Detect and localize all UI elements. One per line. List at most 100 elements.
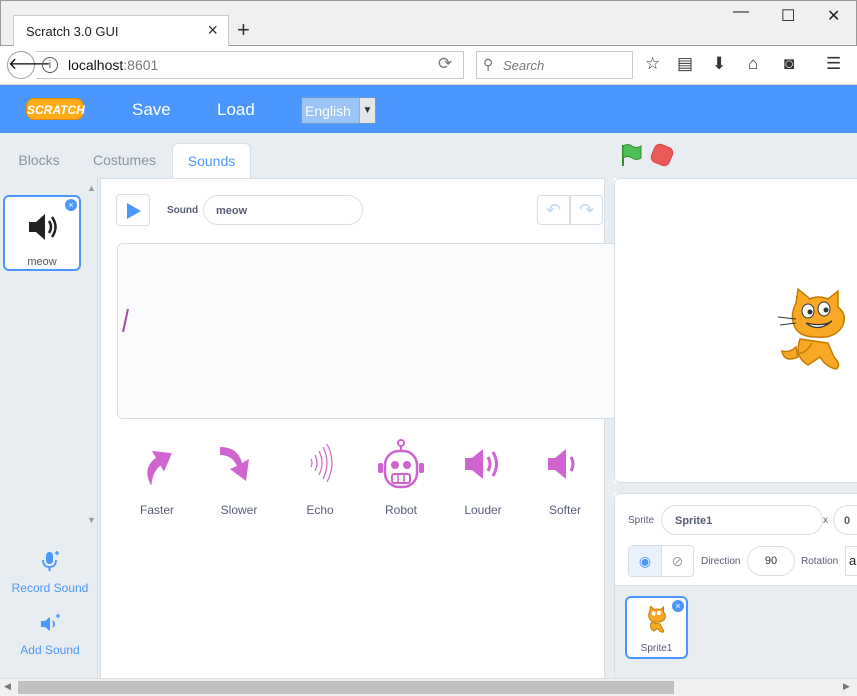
close-tab-icon[interactable]: ×	[207, 20, 218, 41]
sound-name-value: meow	[216, 205, 248, 217]
info-icon[interactable]: i	[42, 57, 58, 73]
sound-list-item[interactable]: meow ×	[3, 195, 81, 271]
stage-gap	[614, 483, 857, 493]
sound-list-scrollbar[interactable]: ▲ ▼	[84, 178, 98, 526]
rotation-select[interactable]: a	[845, 546, 857, 576]
stage[interactable]	[614, 178, 857, 483]
sprite-pane: Sprite1 ×	[614, 586, 857, 678]
scroll-right-icon[interactable]: ▶	[843, 681, 850, 692]
tab-sounds-label: Sounds	[187, 153, 236, 169]
sprite-name-input[interactable]: Sprite1	[661, 505, 823, 535]
hamburger-menu-icon[interactable]: ☰	[826, 54, 841, 74]
effect-slower-label: Slower	[220, 503, 258, 517]
minimize-icon[interactable]: —	[733, 3, 749, 21]
robot-icon	[378, 439, 424, 489]
effect-louder-label: Louder	[464, 503, 502, 517]
scratch-logo[interactable]: SCRATCH	[26, 98, 85, 120]
rotation-value: a	[849, 553, 857, 568]
url-bar[interactable]: i localhost:8601 ⟳	[36, 51, 464, 79]
add-sound-icon[interactable]	[38, 612, 62, 636]
faster-icon	[147, 450, 172, 485]
rotation-label: Rotation	[801, 556, 839, 567]
tab-costumes-label: Costumes	[92, 152, 157, 168]
sound-name-label: Sound	[167, 205, 199, 216]
tab-title: Scratch 3.0 GUI	[26, 24, 119, 39]
scroll-down-icon[interactable]: ▼	[87, 515, 96, 525]
effect-faster-label: Faster	[139, 503, 174, 517]
search-placeholder: Search	[503, 58, 545, 73]
undo-button[interactable]: ↶	[537, 195, 570, 225]
sprite-thumbnail-icon	[648, 605, 667, 633]
search-icon: ⚲	[483, 56, 494, 72]
tab-sounds[interactable]: Sounds	[172, 143, 251, 178]
back-button[interactable]: 🡐	[7, 51, 51, 79]
new-tab-button[interactable]: +	[237, 17, 250, 43]
load-button[interactable]: Load	[217, 100, 255, 120]
show-eye-icon[interactable]: ◉	[629, 546, 662, 576]
record-sound-button[interactable]: Record Sound	[0, 581, 100, 595]
browser-tab[interactable]: Scratch 3.0 GUI ×	[13, 15, 229, 47]
scroll-left-icon[interactable]: ◀	[4, 681, 11, 692]
play-icon	[127, 203, 141, 219]
hide-eye-icon[interactable]: ⊘	[662, 546, 693, 576]
direction-value: 90	[764, 555, 778, 567]
reading-list-icon[interactable]: ▤	[677, 54, 693, 74]
sound-item-label: meow	[27, 256, 57, 268]
editor-workspace: Blocks Costumes Sounds meow × ▲ ▼ Record…	[0, 133, 614, 678]
direction-input[interactable]: 90	[747, 546, 795, 576]
home-icon[interactable]: ⌂	[748, 54, 758, 74]
close-window-icon[interactable]: ✕	[827, 6, 840, 26]
microphone-icon[interactable]	[38, 549, 62, 573]
visibility-toggle: ◉ ⊘	[628, 545, 694, 577]
sound-name-input[interactable]: meow	[203, 195, 363, 225]
horizontal-scrollbar[interactable]: ◀ ▶	[0, 678, 857, 696]
browser-navbar: 🡐 i localhost:8601 ⟳ ⚲ Search ☆ ▤ ⬇ ⌂ ◙ …	[0, 46, 857, 85]
delete-sound-icon[interactable]: ×	[65, 199, 77, 211]
scratch-menubar: SCRATCH Save Load English ▼	[0, 85, 857, 133]
slower-icon	[220, 447, 249, 481]
x-input[interactable]: 0	[833, 505, 857, 535]
delete-sprite-icon[interactable]: ×	[672, 600, 684, 612]
language-select[interactable]: English ▼	[301, 97, 376, 124]
language-value: English	[305, 103, 351, 119]
louder-icon	[465, 449, 498, 479]
effect-robot-label: Robot	[384, 503, 418, 517]
redo-button[interactable]: ↷	[570, 195, 603, 225]
stage-header	[614, 133, 857, 178]
echo-icon	[310, 443, 333, 483]
reload-icon[interactable]: ⟳	[438, 54, 452, 74]
chevron-down-icon[interactable]: ▼	[359, 98, 375, 123]
stop-icon[interactable]	[648, 141, 676, 169]
add-sound-button[interactable]: Add Sound	[0, 643, 100, 657]
sprite-name-label: Sprite	[628, 515, 655, 526]
tab-costumes[interactable]: Costumes	[78, 143, 171, 178]
save-button[interactable]: Save	[132, 100, 171, 120]
download-icon[interactable]: ⬇	[712, 54, 726, 74]
sprite-info-panel: Sprite Sprite1 x 0 ◉ ⊘ Direction 90 Rota…	[614, 493, 857, 586]
tab-blocks-label: Blocks	[18, 152, 60, 168]
sprite-tile[interactable]: Sprite1 ×	[625, 596, 688, 659]
search-input[interactable]: ⚲ Search	[476, 51, 633, 79]
maximize-icon[interactable]: ☐	[781, 6, 795, 26]
x-label: x	[823, 515, 828, 526]
play-sound-button[interactable]	[116, 194, 150, 226]
url-port: :8601	[123, 57, 159, 73]
green-flag-icon[interactable]	[620, 143, 644, 167]
sound-editor: Sound meow ↶ ↷ Faster Slower Echo Robot …	[100, 178, 614, 678]
scroll-up-icon[interactable]: ▲	[87, 183, 96, 193]
sound-selector: meow × ▲ ▼ Record Sound Add Sound	[0, 178, 98, 678]
sprite-tile-label: Sprite1	[640, 643, 673, 654]
browser-titlebar: Scratch 3.0 GUI × + — ☐ ✕	[0, 0, 857, 47]
effect-echo-label: Echo	[306, 503, 334, 517]
bookmark-star-icon[interactable]: ☆	[645, 54, 660, 74]
pocket-icon[interactable]: ◙	[784, 54, 794, 74]
scrollbar-thumb[interactable]	[18, 681, 674, 694]
waveform-display[interactable]	[117, 243, 614, 419]
cat-sprite-image	[778, 287, 845, 370]
url-host: localhost	[68, 57, 124, 73]
tab-blocks[interactable]: Blocks	[0, 143, 78, 178]
effect-softer-label: Softer	[548, 503, 581, 517]
sprite-name-value: Sprite1	[675, 515, 713, 527]
url-text: localhost:8601	[68, 57, 158, 73]
speaker-icon	[29, 214, 57, 240]
